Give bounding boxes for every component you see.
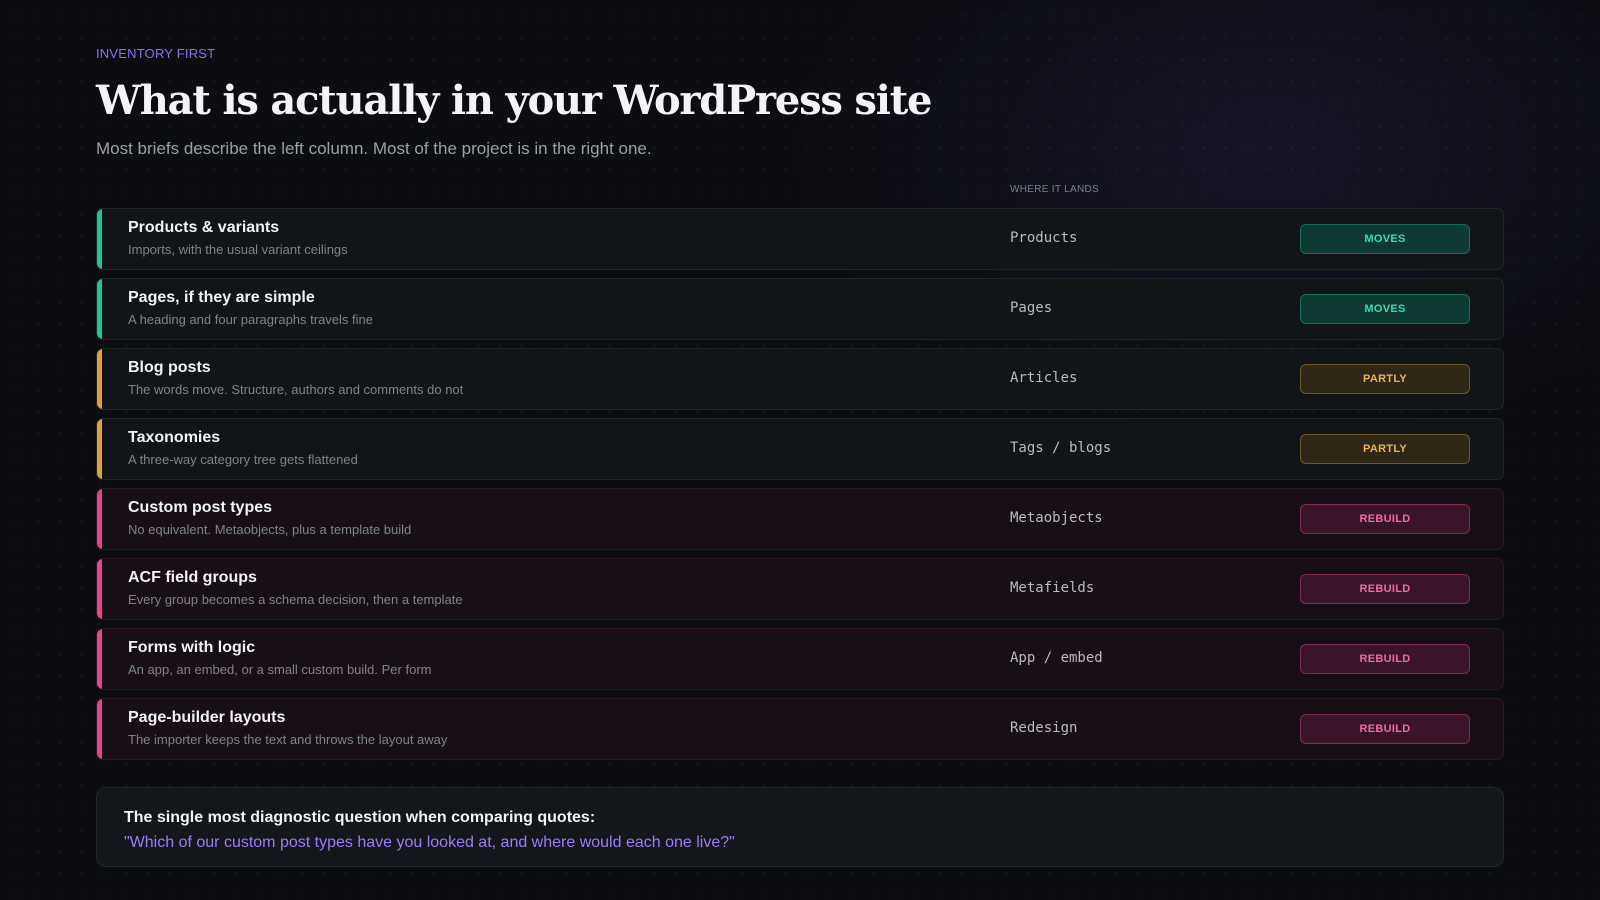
inventory-row: Forms with logic An app, an embed, or a s… bbox=[96, 628, 1504, 690]
inventory-panel: INVENTORY FIRST What is actually in your… bbox=[96, 46, 1504, 867]
inventory-row: Blog posts The words move. Structure, aut… bbox=[96, 348, 1504, 410]
status-accent-bar bbox=[97, 699, 102, 759]
inventory-row: Products & variants Imports, with the usu… bbox=[96, 208, 1504, 270]
row-title: Pages, if they are simple bbox=[128, 289, 315, 306]
status-accent-bar bbox=[97, 559, 102, 619]
row-destination: Pages bbox=[1010, 300, 1053, 316]
status-accent-bar bbox=[97, 279, 102, 339]
status-badge: MOVES bbox=[1300, 294, 1470, 324]
status-accent-bar bbox=[97, 209, 102, 269]
row-title: Custom post types bbox=[128, 499, 273, 516]
callout-question: "Which of our custom post types have you… bbox=[124, 834, 735, 851]
inventory-row: ACF field groups Every group becomes a sc… bbox=[96, 558, 1504, 620]
diagnostic-question-callout: The single most diagnostic question when… bbox=[96, 787, 1504, 867]
row-title: Products & variants bbox=[128, 219, 280, 236]
row-description: No equivalent. Metaobjects, plus a templ… bbox=[128, 522, 412, 537]
inventory-row: Custom post types No equivalent. Metaobje… bbox=[96, 488, 1504, 550]
status-badge: REBUILD bbox=[1300, 574, 1470, 604]
status-accent-bar bbox=[97, 349, 102, 409]
row-destination: Tags / blogs bbox=[1010, 440, 1112, 456]
inventory-row: Page-builder layouts The importer keeps t… bbox=[96, 698, 1504, 760]
row-description: The words move. Structure, authors and c… bbox=[128, 382, 464, 397]
status-badge: PARTLY bbox=[1300, 434, 1470, 464]
status-badge: REBUILD bbox=[1300, 714, 1470, 744]
status-accent-bar bbox=[97, 629, 102, 689]
inventory-list: Products & variants Imports, with the usu… bbox=[96, 208, 1504, 768]
page-title: What is actually in your WordPress site bbox=[96, 77, 932, 124]
column-header-where-it-lands: WHERE IT LANDS bbox=[1010, 184, 1100, 195]
row-description: The importer keeps the text and throws t… bbox=[128, 732, 448, 747]
inventory-row: Taxonomies A three-way category tree gets… bbox=[96, 418, 1504, 480]
row-title: Blog posts bbox=[128, 359, 211, 376]
row-description: An app, an embed, or a small custom buil… bbox=[128, 662, 432, 677]
eyebrow-label: INVENTORY FIRST bbox=[96, 46, 216, 61]
row-destination: Metaobjects bbox=[1010, 510, 1103, 526]
status-badge: MOVES bbox=[1300, 224, 1470, 254]
status-badge: REBUILD bbox=[1300, 504, 1470, 534]
row-destination: Redesign bbox=[1010, 720, 1078, 736]
row-destination: Products bbox=[1010, 230, 1078, 246]
row-title: ACF field groups bbox=[128, 569, 257, 586]
row-destination: Articles bbox=[1010, 370, 1078, 386]
status-badge: REBUILD bbox=[1300, 644, 1470, 674]
inventory-row: Pages, if they are simple A heading and f… bbox=[96, 278, 1504, 340]
row-title: Taxonomies bbox=[128, 429, 221, 446]
row-description: A heading and four paragraphs travels fi… bbox=[128, 312, 374, 327]
row-title: Page-builder layouts bbox=[128, 709, 286, 726]
row-destination: App / embed bbox=[1010, 650, 1103, 666]
status-accent-bar bbox=[97, 489, 102, 549]
callout-label: The single most diagnostic question when… bbox=[124, 809, 596, 826]
row-description: A three-way category tree gets flattened bbox=[128, 452, 358, 467]
status-accent-bar bbox=[97, 419, 102, 479]
row-title: Forms with logic bbox=[128, 639, 256, 656]
row-destination: Metafields bbox=[1010, 580, 1095, 596]
status-badge: PARTLY bbox=[1300, 364, 1470, 394]
row-description: Every group becomes a schema decision, t… bbox=[128, 592, 463, 607]
page-subtitle: Most briefs describe the left column. Mo… bbox=[96, 139, 652, 158]
row-description: Imports, with the usual variant ceilings bbox=[128, 242, 348, 257]
